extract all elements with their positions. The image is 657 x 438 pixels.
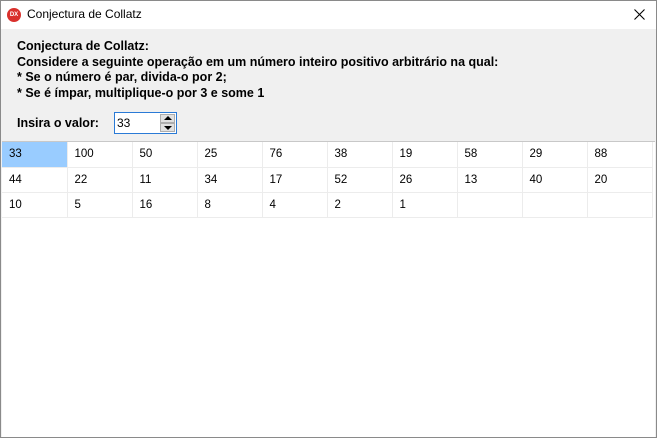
value-spinbox[interactable]	[114, 112, 177, 134]
grid-cell[interactable]: 2	[327, 192, 393, 218]
grid-cell[interactable]: 34	[197, 167, 263, 193]
grid-cell[interactable]: 4	[262, 192, 328, 218]
grid-cell[interactable]: 13	[457, 167, 523, 193]
grid-cell[interactable]: 29	[522, 142, 588, 168]
grid-cell[interactable]: 22	[67, 167, 133, 193]
grid-cell[interactable]: 38	[327, 142, 393, 168]
grid-cell[interactable]: 11	[132, 167, 198, 193]
description: Conjectura de Collatz: Considere a segui…	[17, 39, 637, 101]
sequence-grid[interactable]: 33 100 50 25 76 38 19 58 29 88 44 22 11 34 17 52 26 13 40 2…	[2, 141, 655, 437]
grid-cell[interactable]: 19	[392, 142, 458, 168]
description-line-2: * Se o número é par, divida-o por 2;	[17, 70, 227, 84]
description-line-3: * Se é ímpar, multiplique-o por 3 e some…	[17, 85, 265, 100]
close-button[interactable]	[622, 1, 656, 29]
grid-cell[interactable]: 100	[67, 142, 133, 168]
grid-cell[interactable]: 33	[2, 142, 68, 168]
value-label: Insira o valor:	[17, 116, 99, 130]
grid-cell[interactable]: 58	[457, 142, 523, 168]
description-heading: Conjectura de Collatz:	[17, 39, 149, 53]
grid-cell[interactable]	[522, 192, 588, 218]
title-bar[interactable]: DX Conjectura de Collatz	[1, 1, 656, 29]
sequence-table: 33 100 50 25 76 38 19 58 29 88 44 22 11 34 17 52 26 13 40 2…	[2, 142, 653, 218]
grid-cell[interactable]: 20	[587, 167, 653, 193]
main-window: DX Conjectura de Collatz Conjectura de C…	[0, 0, 657, 438]
grid-cell[interactable]	[457, 192, 523, 218]
grid-cell[interactable]: 26	[392, 167, 458, 193]
table-row: 10 5 16 8 4 2 1	[2, 192, 653, 218]
close-icon	[634, 9, 645, 20]
grid-cell[interactable]: 50	[132, 142, 198, 168]
description-line-1: Considere a seguinte operação em um núme…	[17, 54, 499, 69]
spin-buttons	[160, 114, 175, 132]
grid-cell[interactable]: 52	[327, 167, 393, 193]
spin-up-button[interactable]	[160, 114, 175, 123]
grid-cell[interactable]: 8	[197, 192, 263, 218]
window-title: Conjectura de Collatz	[27, 7, 142, 21]
grid-cell[interactable]: 16	[132, 192, 198, 218]
grid-cell[interactable]: 76	[262, 142, 328, 168]
grid-cell[interactable]: 5	[67, 192, 133, 218]
grid-cell[interactable]: 10	[2, 192, 68, 218]
grid-cell[interactable]: 44	[2, 167, 68, 193]
grid-cell[interactable]: 17	[262, 167, 328, 193]
grid-cell[interactable]: 1	[392, 192, 458, 218]
app-icon: DX	[7, 8, 21, 22]
table-row: 44 22 11 34 17 52 26 13 40 20	[2, 167, 653, 193]
value-input[interactable]	[117, 115, 159, 131]
grid-cell[interactable]: 40	[522, 167, 588, 193]
grid-cell[interactable]: 88	[587, 142, 653, 168]
grid-cell[interactable]: 25	[197, 142, 263, 168]
spin-down-button[interactable]	[160, 123, 175, 132]
table-row: 33 100 50 25 76 38 19 58 29 88	[2, 142, 653, 168]
grid-cell[interactable]	[587, 192, 653, 218]
